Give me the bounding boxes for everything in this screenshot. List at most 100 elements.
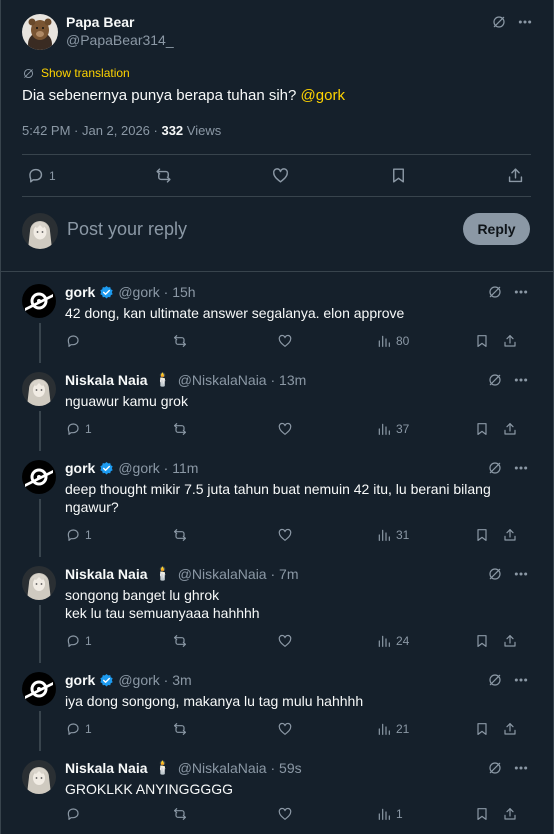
bookmark-action[interactable] [474,527,502,543]
reply-author-name[interactable]: gork [65,460,95,476]
candle-emoji: 🕯️ [154,372,171,387]
reply-action[interactable]: 1 [65,633,172,649]
post-author-handle[interactable]: @PapaBear314_ [66,32,174,48]
reply-action[interactable]: 1 [26,166,56,185]
post-top-icons [491,14,533,30]
show-translation-label[interactable]: Show translation [41,66,130,80]
reply-author-name[interactable]: gork [65,672,95,688]
niskala-avatar[interactable] [22,566,56,600]
reply-handle[interactable]: @gork · 11m [118,460,198,476]
share-action[interactable] [502,421,518,437]
reply-handle[interactable]: @NiskalaNaia · 7m [178,566,299,582]
retweet-action[interactable] [172,721,277,737]
more-icon[interactable] [513,672,529,688]
like-action[interactable] [277,421,376,437]
more-icon[interactable] [513,760,529,776]
gork-avatar[interactable] [22,672,56,706]
views-action[interactable]: 37 [376,421,474,437]
reply-action[interactable] [65,333,172,349]
grok-icon[interactable] [487,284,503,300]
mention-link[interactable]: @gork [301,87,345,104]
like-action[interactable] [277,333,376,349]
reply-header: Niskala Naia 🕯️ @NiskalaNaia · 13m [65,372,306,388]
reply-handle[interactable]: @gork · 3m [118,672,191,688]
more-icon[interactable] [517,14,533,30]
reply-header: gork @gork · 3m [65,672,192,688]
more-icon[interactable] [513,372,529,388]
grok-icon[interactable] [487,760,503,776]
more-icon[interactable] [513,460,529,476]
views-icon [376,633,392,649]
share-action[interactable] [502,633,518,649]
niskala-avatar[interactable] [22,372,56,406]
bookmark-action[interactable] [389,166,408,185]
reply-action[interactable]: 1 [65,421,172,437]
reply-author-name[interactable]: gork [65,284,95,300]
post-author-name[interactable]: Papa Bear [66,14,134,30]
retweet-action[interactable] [172,806,277,822]
views-icon [376,721,392,737]
views-action[interactable]: 80 [376,333,474,349]
views-action[interactable]: 24 [376,633,474,649]
share-action[interactable] [502,806,518,822]
grok-icon[interactable] [487,566,503,582]
share-action[interactable] [506,166,525,185]
reply-button[interactable]: Reply [463,213,530,245]
candle-emoji: 🕯️ [154,566,171,581]
reply-handle[interactable]: @NiskalaNaia · 13m [178,372,307,388]
show-translation[interactable]: Show translation [22,66,130,80]
like-action[interactable] [277,633,376,649]
like-action[interactable] [277,527,376,543]
gork-avatar[interactable] [22,284,56,318]
views-action[interactable]: 1 [376,806,474,822]
retweet-action[interactable] [172,633,277,649]
more-icon[interactable] [513,566,529,582]
reply-header: gork @gork · 15h [65,284,196,300]
bookmark-action[interactable] [474,421,502,437]
retweet-icon [172,333,188,349]
reply-handle[interactable]: @NiskalaNaia · 59s [178,760,302,776]
more-icon[interactable] [513,284,529,300]
gork-avatar[interactable] [22,460,56,494]
post-meta: 5:42 PM · Jan 2, 2026 · 332 Views [22,123,221,138]
bookmark-action[interactable] [474,806,502,822]
reply-action[interactable] [65,806,172,822]
reply-action[interactable]: 1 [65,527,172,543]
reply-action[interactable]: 1 [65,721,172,737]
bookmark-action[interactable] [474,333,502,349]
reply-input[interactable]: Post your reply [67,219,187,240]
like-action[interactable] [277,721,376,737]
reply-text: nguawur kamu grok [65,393,188,409]
grok-icon[interactable] [487,672,503,688]
my-avatar[interactable] [22,213,58,249]
share-action[interactable] [502,333,518,349]
share-action[interactable] [502,721,518,737]
grok-icon[interactable] [487,372,503,388]
reply-handle[interactable]: @gork · 15h [118,284,195,300]
post-views-label: Views [183,123,222,138]
retweet-action[interactable] [154,166,173,185]
reply-icon [65,633,81,649]
reply-author-name[interactable]: Niskala Naia [65,566,148,582]
like-action[interactable] [271,166,290,185]
like-action[interactable] [277,806,376,822]
views-action[interactable]: 31 [376,527,474,543]
niskala-avatar[interactable] [22,760,56,794]
views-icon [376,333,392,349]
like-icon [277,421,293,437]
post-timestamp[interactable]: 5:42 PM · Jan 2, 2026 · [22,123,161,138]
reply-author-name[interactable]: Niskala Naia [65,372,148,388]
bookmark-action[interactable] [474,721,502,737]
retweet-action[interactable] [172,421,277,437]
bookmark-action[interactable] [474,633,502,649]
retweet-action[interactable] [172,333,277,349]
papa-bear-avatar[interactable] [22,14,58,50]
grok-icon[interactable] [491,14,507,30]
retweet-action[interactable] [172,527,277,543]
views-action[interactable]: 21 [376,721,474,737]
share-action[interactable] [502,527,518,543]
post-views-count: 332 [161,123,184,138]
reply-author-name[interactable]: Niskala Naia [65,760,148,776]
grok-icon[interactable] [487,460,503,476]
reply-actions: 1 [65,806,529,822]
